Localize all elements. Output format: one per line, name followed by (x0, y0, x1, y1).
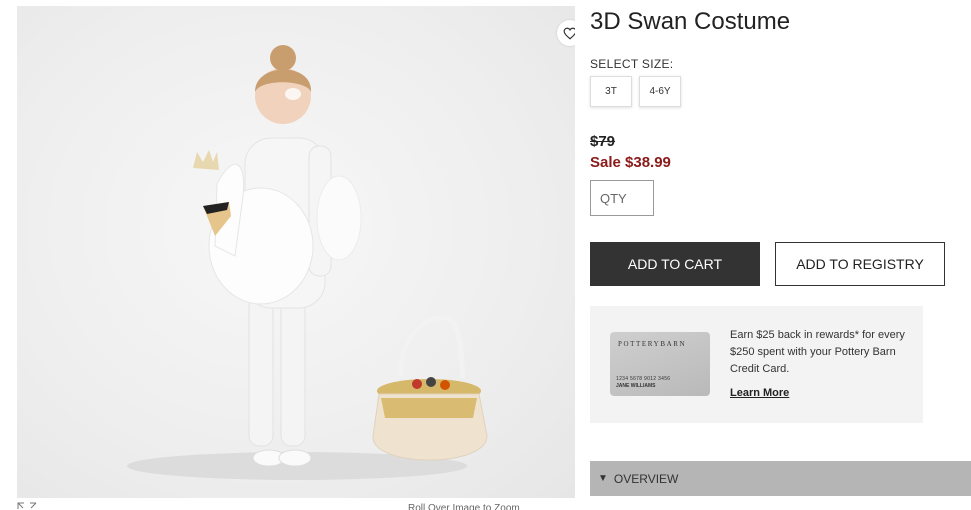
sale-price: Sale $38.99 (590, 154, 671, 171)
original-price: $79 (590, 133, 616, 150)
learn-more-link[interactable]: Learn More (730, 387, 789, 399)
expand-arrows-icon[interactable] (17, 502, 37, 510)
card-number: 1234 5678 9012 3456 (616, 376, 671, 382)
size-option-3t[interactable]: 3T (590, 76, 632, 107)
card-brand: POTTERYBARN (618, 340, 687, 348)
credit-card-image: POTTERYBARN 1234 5678 9012 3456 JANE WIL… (610, 332, 710, 396)
credit-card-promo: POTTERYBARN 1234 5678 9012 3456 JANE WIL… (590, 306, 923, 423)
overview-accordion[interactable]: ▼ OVERVIEW (590, 461, 971, 496)
product-title: 3D Swan Costume (590, 8, 791, 35)
heart-outline-icon (563, 27, 575, 40)
add-to-cart-button[interactable]: ADD TO CART (590, 242, 760, 286)
triangle-down-icon: ▼ (598, 473, 608, 484)
size-option-4-6y[interactable]: 4-6Y (639, 76, 681, 107)
promo-text: Earn $25 back in rewards* for every $250… (730, 329, 905, 375)
card-holder-name: JANE WILLIAMS (616, 383, 656, 389)
image-caption: Roll Over Image to Zoom (408, 503, 520, 510)
size-label: SELECT SIZE: (590, 57, 674, 71)
product-image[interactable] (17, 6, 575, 498)
overview-label: OVERVIEW (613, 471, 679, 486)
product-photo-illustration (127, 45, 488, 480)
add-to-registry-button[interactable]: ADD TO REGISTRY (775, 242, 945, 286)
quantity-input[interactable] (590, 180, 654, 216)
